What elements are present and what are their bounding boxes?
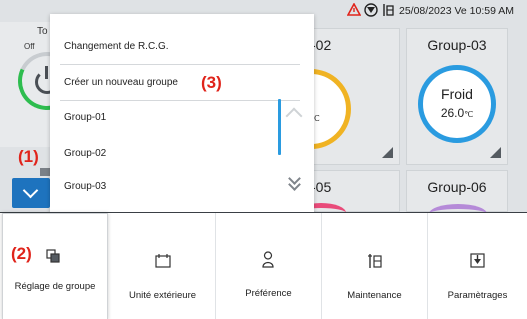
- menu-item-group-03[interactable]: Group-03: [64, 181, 106, 192]
- bottom-nav-bar: (2) Réglage de groupe Unité extérieure P…: [0, 212, 527, 319]
- nav-label: Réglage de groupe: [14, 281, 96, 292]
- power-state-label: Off: [24, 42, 35, 51]
- nav-outdoor-unit[interactable]: Unité extérieure: [110, 213, 216, 319]
- status-icons: [346, 2, 395, 17]
- group-tile-02[interactable]: -02 o 5℃: [271, 28, 400, 165]
- group-temp: 5℃: [304, 110, 320, 124]
- scroll-down-chevron-icon[interactable]: [287, 172, 303, 191]
- group-title: -02: [311, 37, 332, 53]
- menu-scrollbar[interactable]: [278, 99, 281, 155]
- menu-item-group-02[interactable]: Group-02: [64, 148, 106, 159]
- panel-title: To: [37, 26, 48, 37]
- group-tile-03[interactable]: Group-03 Froid 26.0℃: [406, 28, 508, 165]
- expand-menu-button[interactable]: [12, 178, 50, 208]
- preference-icon: [262, 251, 274, 273]
- group-title: Group-06: [427, 179, 487, 195]
- outdoor-unit-icon: [155, 254, 171, 273]
- maintenance-icon[interactable]: [381, 3, 395, 17]
- settings-download-icon: [470, 253, 485, 273]
- nav-label: Préférence: [245, 288, 292, 299]
- group-status-ring: Froid 26.0℃: [418, 65, 496, 143]
- group-dropdown-menu: Changement de R.C.G. Créer un nouveau gr…: [50, 14, 314, 214]
- nav-preference[interactable]: Préférence: [216, 213, 322, 319]
- group-title: -05: [311, 179, 332, 195]
- nav-group-settings[interactable]: (2) Réglage de groupe: [2, 213, 108, 319]
- nav-settings[interactable]: Paramètrages: [428, 213, 527, 319]
- nav-maintenance[interactable]: Maintenance: [322, 213, 428, 319]
- nav-label: Unité extérieure: [128, 290, 197, 301]
- filter-icon[interactable]: [364, 3, 378, 17]
- nav-label: Maintenance: [347, 290, 402, 301]
- group-mode: Froid: [441, 86, 473, 102]
- menu-divider: [60, 100, 300, 101]
- group-tile-05[interactable]: -05: [296, 170, 400, 212]
- menu-item-group-01[interactable]: Group-01: [64, 112, 106, 123]
- menu-item-change-rcg[interactable]: Changement de R.C.G.: [64, 41, 169, 52]
- status-datetime: 25/08/2023 Ve 10:59 AM: [399, 5, 515, 17]
- callout-3: (3): [201, 73, 222, 92]
- menu-divider: [60, 64, 300, 65]
- tile-corner-indicator: [382, 147, 393, 158]
- menu-item-create-group[interactable]: Créer un nouveau groupe: [64, 77, 178, 88]
- tile-corner-indicator: [490, 147, 501, 158]
- group-temp: 26.0℃: [440, 106, 474, 120]
- nav-label: Paramètrages: [447, 290, 508, 301]
- group-title: Group-03: [427, 37, 487, 53]
- maintenance-icon: [367, 253, 383, 274]
- group-tile-06[interactable]: Group-06: [406, 170, 508, 212]
- group-settings-icon: [46, 249, 60, 268]
- callout-1: (1): [18, 147, 39, 166]
- callout-2: (2): [11, 244, 32, 263]
- panel-mini-icon: [40, 168, 50, 176]
- warning-icon[interactable]: [346, 2, 362, 17]
- group-mode: o: [304, 90, 374, 106]
